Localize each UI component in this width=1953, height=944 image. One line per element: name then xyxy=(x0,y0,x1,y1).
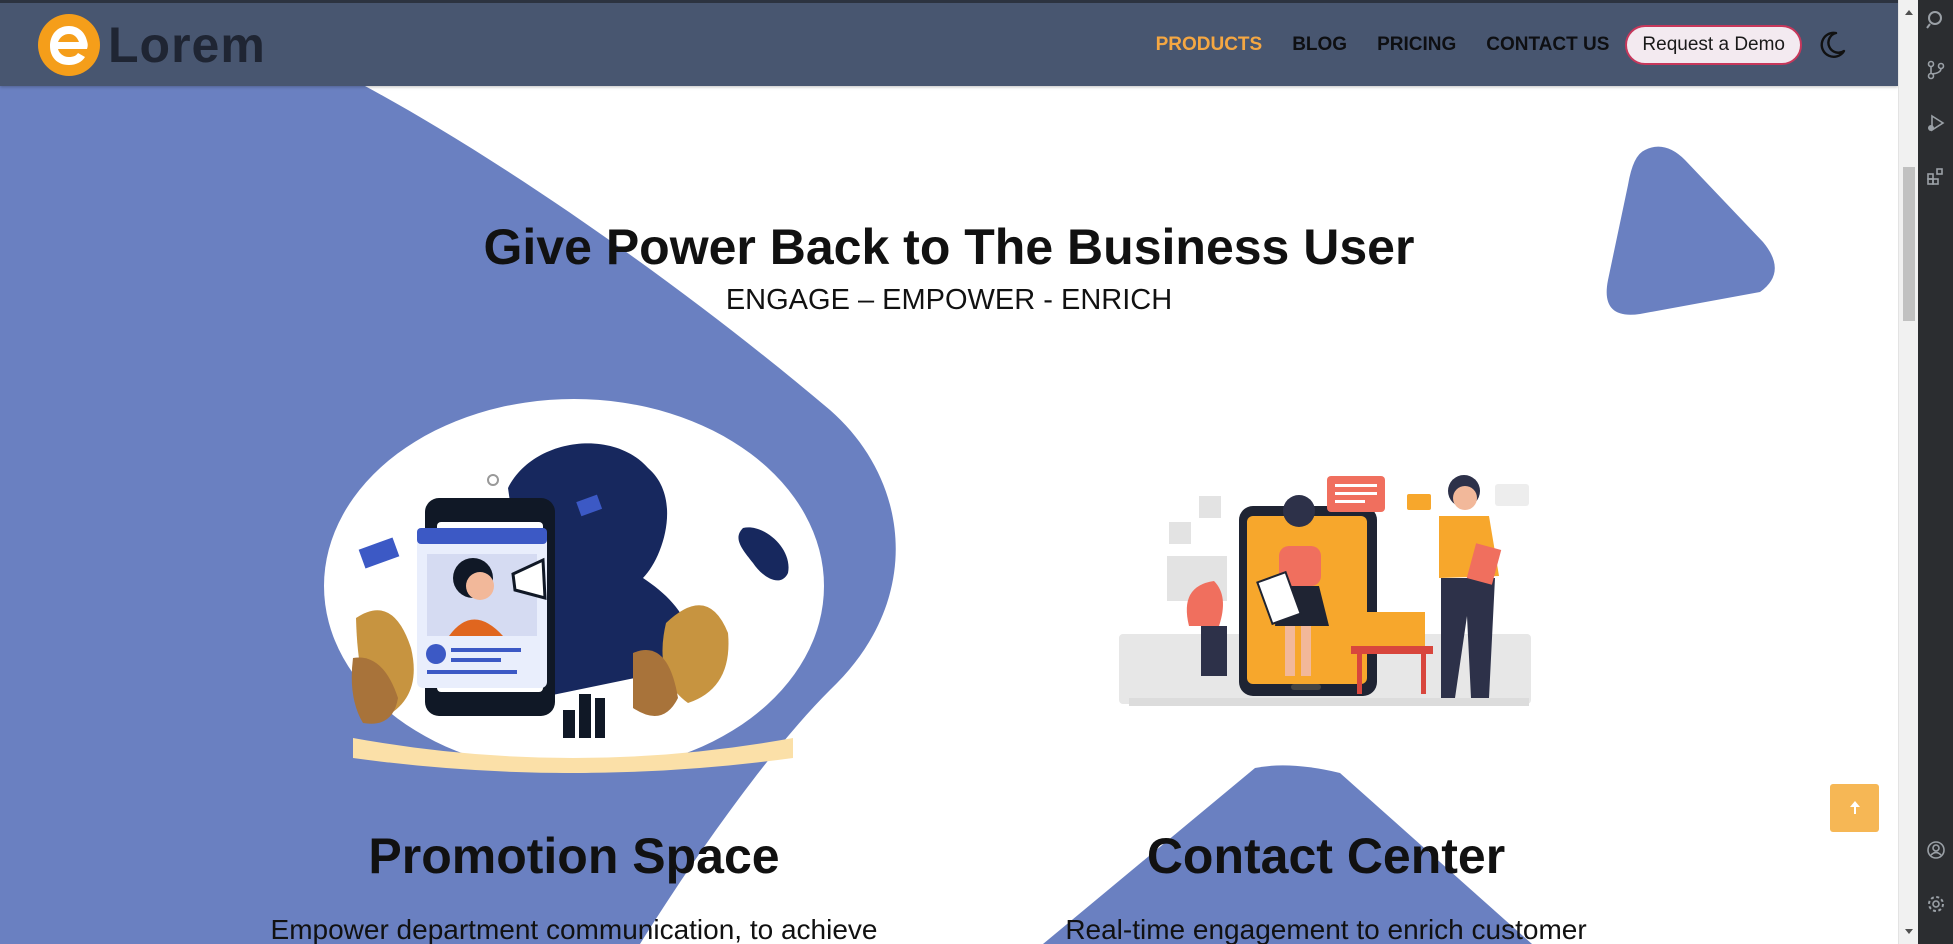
feature-title-contact-center: Contact Center xyxy=(1146,828,1506,884)
scroll-up-arrow-icon[interactable] xyxy=(1904,8,1914,18)
contact-center-illustration xyxy=(1119,475,1531,706)
moon-icon[interactable] xyxy=(1816,29,1848,61)
account-icon[interactable] xyxy=(1926,840,1946,860)
extensions-icon[interactable] xyxy=(1926,166,1946,186)
source-control-icon[interactable] xyxy=(1926,60,1946,80)
feature-desc-promotion-space: Empower department communication, to ach… xyxy=(270,914,878,944)
scroll-down-arrow-icon[interactable] xyxy=(1904,926,1914,936)
logo-text: Lorem xyxy=(108,17,266,73)
scrollbar-thumb[interactable] xyxy=(1903,167,1915,321)
nav-link-products[interactable]: PRODUCTS xyxy=(1156,34,1263,56)
nav-link-blog[interactable]: BLOG xyxy=(1292,34,1347,56)
logo-e-icon xyxy=(38,14,100,76)
hero-title: Give Power Back to The Business User xyxy=(483,219,1415,275)
side-toolbar xyxy=(1918,0,1953,944)
navbar: Lorem PRODUCTS BLOG PRICING CONTACT US R… xyxy=(0,3,1898,86)
feature-title-promotion-space: Promotion Space xyxy=(368,828,780,884)
page-scrollbar[interactable] xyxy=(1898,0,1919,944)
promotion-illustration xyxy=(324,399,824,773)
hero-tagline: ENGAGE – EMPOWER - ENRICH xyxy=(725,284,1173,316)
nav-link-contact-us[interactable]: CONTACT US xyxy=(1486,34,1609,56)
page-viewport: Lorem PRODUCTS BLOG PRICING CONTACT US R… xyxy=(0,0,1898,944)
search-icon[interactable] xyxy=(1926,10,1946,30)
logo[interactable]: Lorem xyxy=(38,13,266,77)
scroll-to-top-button[interactable] xyxy=(1830,784,1879,832)
browser-top-border xyxy=(0,0,1898,3)
request-demo-button[interactable]: Request a Demo xyxy=(1625,24,1802,65)
arrow-up-icon xyxy=(1849,801,1860,814)
feature-desc-contact-center: Real-time engagement to enrich customer xyxy=(1065,914,1587,944)
settings-gear-icon[interactable] xyxy=(1926,894,1946,914)
nav-menu: PRODUCTS BLOG PRICING CONTACT US Request… xyxy=(1156,3,1898,86)
background-shapes xyxy=(0,86,1775,944)
run-debug-icon[interactable] xyxy=(1926,113,1946,133)
browser-frame: Lorem PRODUCTS BLOG PRICING CONTACT US R… xyxy=(0,0,1953,944)
nav-link-pricing[interactable]: PRICING xyxy=(1377,34,1456,56)
